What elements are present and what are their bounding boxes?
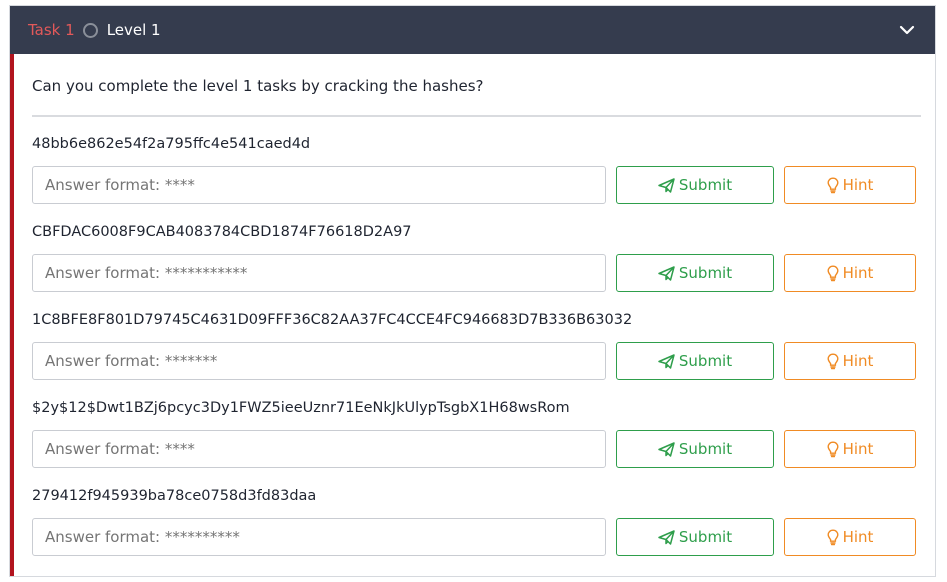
hash-text: CBFDAC6008F9CAB4083784CBD1874F76618D2A97 (32, 224, 412, 240)
hint-button[interactable]: Hint (784, 342, 916, 380)
paper-plane-icon (658, 177, 675, 193)
lightbulb-icon (827, 440, 839, 457)
submit-button[interactable]: Submit (616, 342, 774, 380)
chevron-down-icon[interactable] (899, 22, 915, 38)
lightbulb-icon (827, 264, 839, 281)
answer-input[interactable] (32, 254, 606, 292)
hash-text: 1C8BFE8F801D79745C4631D09FFF36C82AA37FC4… (32, 312, 633, 328)
hash-text: $2y$12$Dwt1BZj6pcyc3Dy1FWZ5ieeUznr71EeNk… (32, 400, 570, 416)
task-body: Can you complete the level 1 tasks by cr… (10, 54, 935, 576)
submit-label: Submit (678, 440, 733, 458)
question-text: Can you complete the level 1 tasks by cr… (32, 77, 484, 95)
hint-button[interactable]: Hint (784, 254, 916, 292)
submit-button[interactable]: Submit (616, 518, 774, 556)
task-header[interactable]: Task 1 Level 1 (10, 6, 935, 54)
paper-plane-icon (658, 353, 675, 369)
answer-input[interactable] (32, 430, 606, 468)
answer-input[interactable] (32, 166, 606, 204)
hint-label: Hint (842, 440, 874, 458)
hint-button[interactable]: Hint (784, 518, 916, 556)
lightbulb-icon (827, 176, 839, 193)
task-card: Task 1 Level 1 Can you complete the leve… (9, 5, 936, 577)
hint-label: Hint (842, 528, 874, 546)
hint-label: Hint (842, 176, 874, 194)
lightbulb-icon (827, 352, 839, 369)
answer-input[interactable] (32, 518, 606, 556)
submit-label: Submit (678, 264, 733, 282)
submit-label: Submit (678, 528, 733, 546)
submit-label: Submit (678, 176, 733, 194)
hint-button[interactable]: Hint (784, 166, 916, 204)
hash-text: 48bb6e862e54f2a795ffc4e541caed4d (32, 136, 311, 152)
task-label: Task 1 (28, 21, 75, 39)
hash-text: 279412f945939ba78ce0758d3fd83daa (32, 488, 317, 504)
submit-button[interactable]: Submit (616, 430, 774, 468)
paper-plane-icon (658, 441, 675, 457)
answer-input[interactable] (32, 342, 606, 380)
paper-plane-icon (658, 265, 675, 281)
lightbulb-icon (827, 528, 839, 545)
status-circle-icon (82, 22, 98, 38)
submit-button[interactable]: Submit (616, 254, 774, 292)
task-title: Level 1 (106, 21, 161, 39)
hint-label: Hint (842, 352, 874, 370)
submit-label: Submit (678, 352, 733, 370)
hint-button[interactable]: Hint (784, 430, 916, 468)
submit-button[interactable]: Submit (616, 166, 774, 204)
hint-label: Hint (842, 264, 874, 282)
divider (32, 115, 921, 117)
paper-plane-icon (658, 529, 675, 545)
